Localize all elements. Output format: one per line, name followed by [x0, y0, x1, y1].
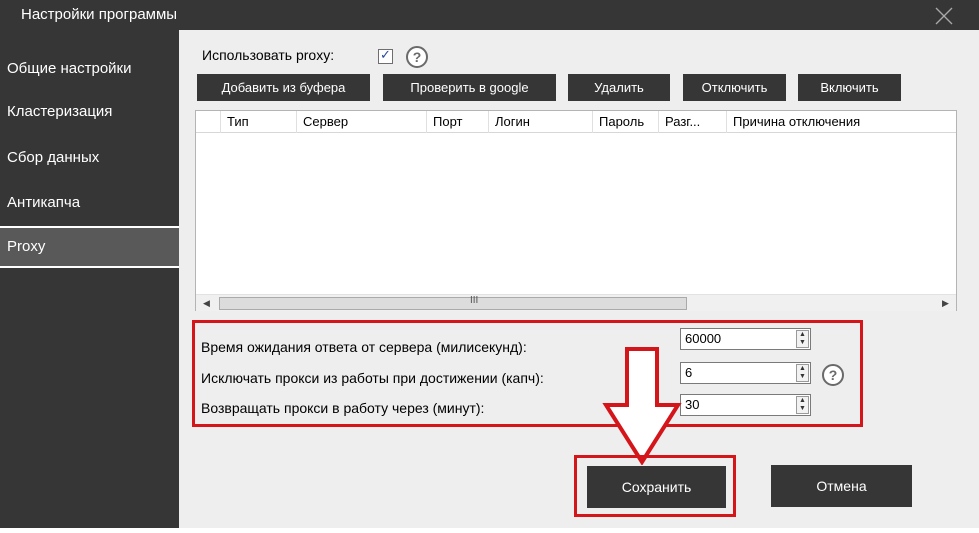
- proxy-table[interactable]: Тип Сервер Порт Логин Пароль Разг... При…: [195, 110, 957, 311]
- spinner-arrows-icon[interactable]: ▲ ▼: [796, 364, 809, 382]
- spinner-arrows-icon[interactable]: ▲ ▼: [796, 330, 809, 348]
- column-header-type[interactable]: Тип: [220, 111, 296, 133]
- timeout-value: 60000: [685, 331, 722, 346]
- scroll-right-icon[interactable]: ▶: [942, 298, 949, 309]
- delete-button[interactable]: Удалить: [568, 74, 670, 101]
- sidebar-item-label: Proxy: [7, 238, 46, 255]
- annotation-arrow-icon: [602, 347, 682, 465]
- column-header-allowed[interactable]: Разг...: [658, 111, 726, 133]
- check-google-button[interactable]: Проверить в google: [383, 74, 556, 101]
- spinner-arrows-icon[interactable]: ▲ ▼: [796, 396, 809, 414]
- cancel-button[interactable]: Отмена: [771, 465, 912, 507]
- help-icon[interactable]: ?: [406, 46, 428, 68]
- sidebar: Общие настройки Кластеризация Сбор данны…: [0, 30, 179, 528]
- scroll-left-icon[interactable]: ◀: [203, 298, 210, 309]
- horizontal-scrollbar[interactable]: ◀ III ▶: [196, 294, 956, 311]
- disable-button[interactable]: Отключить: [683, 74, 786, 101]
- exclude-label: Исключать прокси из работы при достижени…: [201, 370, 544, 386]
- sidebar-item-label: Общие настройки: [7, 60, 132, 77]
- title-bar: Настройки программы: [0, 0, 979, 30]
- sidebar-item-label: Сбор данных: [7, 149, 100, 166]
- scroll-grip: III: [470, 295, 479, 306]
- window-title: Настройки программы: [21, 6, 178, 23]
- help-icon[interactable]: ?: [822, 364, 844, 386]
- use-proxy-checkbox[interactable]: ✓: [378, 47, 393, 64]
- column-header-port[interactable]: Порт: [426, 111, 488, 133]
- use-proxy-label: Использовать proxy:: [202, 47, 335, 63]
- scrollbar-thumb[interactable]: III: [219, 295, 687, 310]
- sidebar-item-clustering[interactable]: Кластеризация: [0, 91, 179, 133]
- sidebar-item-label: Антикапча: [7, 194, 81, 211]
- sidebar-item-proxy[interactable]: Proxy: [0, 226, 179, 268]
- save-button[interactable]: Сохранить: [587, 466, 726, 508]
- column-header-disable-reason[interactable]: Причина отключения: [726, 111, 956, 133]
- table-header: Тип Сервер Порт Логин Пароль Разг... При…: [196, 111, 956, 133]
- sidebar-item-anticaptcha[interactable]: Антикапча: [0, 182, 179, 224]
- checkmark-icon: ✓: [380, 47, 391, 62]
- sidebar-item-label: Кластеризация: [7, 103, 113, 120]
- column-header-server[interactable]: Сервер: [296, 111, 426, 133]
- sidebar-item-general[interactable]: Общие настройки: [0, 48, 179, 90]
- timeout-label: Время ожидания ответа от сервера (милисе…: [201, 339, 527, 355]
- sidebar-item-data-collection[interactable]: Сбор данных: [0, 137, 179, 179]
- return-label: Возвращать прокси в работу через (минут)…: [201, 400, 485, 416]
- column-header-login[interactable]: Логин: [488, 111, 592, 133]
- close-icon[interactable]: [934, 6, 954, 26]
- column-header-password[interactable]: Пароль: [592, 111, 658, 133]
- add-from-clipboard-button[interactable]: Добавить из буфера: [197, 74, 370, 101]
- enable-button[interactable]: Включить: [798, 74, 901, 101]
